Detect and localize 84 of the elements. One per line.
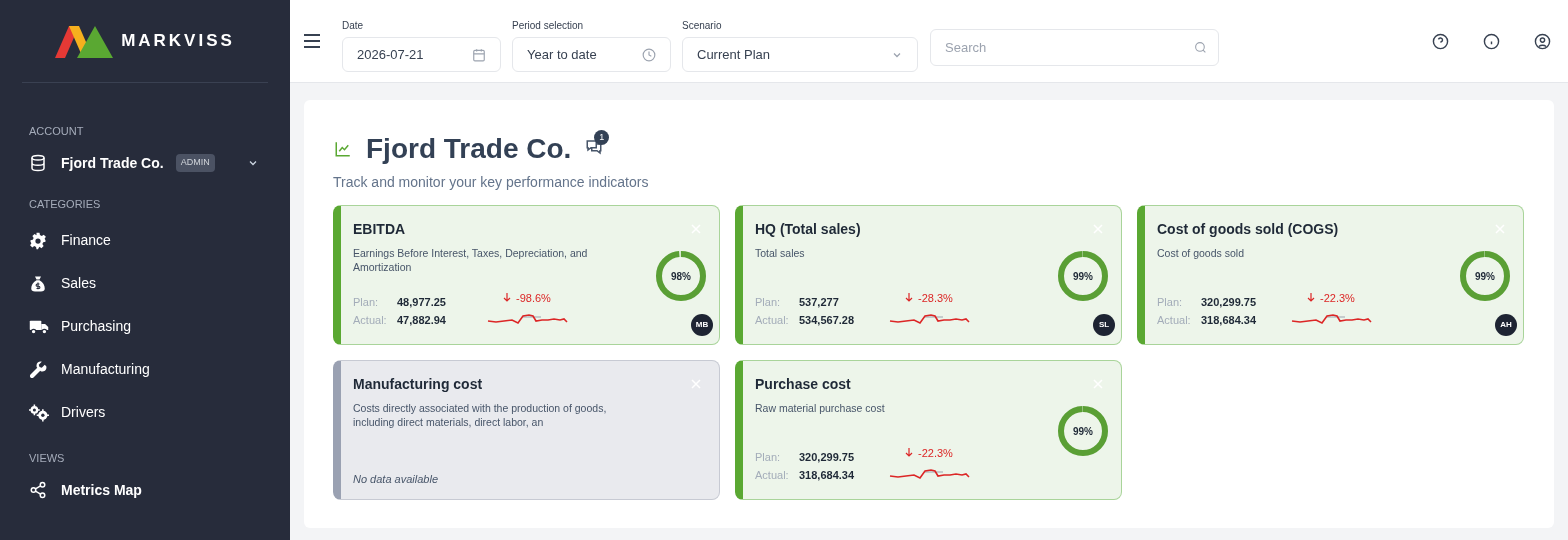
actual-value: 47,882.94 xyxy=(397,312,446,328)
arrow-down-icon xyxy=(503,293,511,303)
gears-icon xyxy=(29,403,49,422)
search-field[interactable]: Search xyxy=(930,28,1219,66)
owner-avatar: SL xyxy=(1093,314,1115,336)
nav-item[interactable]: Sales xyxy=(29,262,261,305)
field-label: Period selection xyxy=(512,19,585,33)
role-badge: ADMIN xyxy=(175,154,215,172)
count-badge: 1 xyxy=(594,130,610,145)
actual-label: Actual: xyxy=(755,312,790,328)
plan-label: Plan: xyxy=(1157,295,1184,310)
owner-avatar: AH xyxy=(1495,314,1517,336)
field-label: Scenario xyxy=(682,19,723,33)
nav-item[interactable]: Finance xyxy=(29,219,261,262)
page-title: Fjord Trade Co. xyxy=(366,132,572,166)
plan-label: Plan: xyxy=(755,450,782,465)
arrow-down-icon xyxy=(905,448,913,458)
line-chart-icon xyxy=(333,140,353,158)
change-value: -22.3% xyxy=(918,445,953,461)
clock-icon xyxy=(642,47,656,62)
money-bag-icon xyxy=(29,274,47,293)
help-icon[interactable] xyxy=(1432,32,1449,50)
kpi-card[interactable]: Cost of goods sold (COGS) Cost of goods sold 99% Plan: 320,299.75 Actual: 318,684.34 -22.3% AH xyxy=(1137,205,1524,345)
change-value: -28.3% xyxy=(918,290,953,306)
section-heading: CATEGORIES xyxy=(29,196,102,212)
plan-value: 48,977.25 xyxy=(397,295,446,310)
field-label: Date xyxy=(342,19,365,33)
score-value: 99% xyxy=(1474,269,1496,284)
nav-item[interactable]: Manufacturing xyxy=(29,348,261,391)
share-icon xyxy=(29,481,47,499)
plan-label: Plan: xyxy=(755,295,782,310)
score-value: 98% xyxy=(670,269,692,284)
nav-item[interactable]: Metrics Map xyxy=(29,473,261,507)
comments-icon[interactable] xyxy=(585,138,604,156)
card-description: Total sales xyxy=(755,246,806,260)
actual-label: Actual: xyxy=(353,312,388,328)
section-heading: ACCOUNT xyxy=(29,124,85,139)
empty-note: No data available xyxy=(353,471,438,487)
brand-name: MARKVISS xyxy=(121,30,235,53)
change-value: -22.3% xyxy=(1320,290,1355,306)
actual-value: 318,684.34 xyxy=(799,467,855,483)
kpi-card[interactable]: EBITDA Earnings Before Interest, Taxes, Depreciation, and Amortization 98% Plan: 48,977.25 Actual: 47,882.94 -98.6% MB xyxy=(333,205,720,345)
kpi-card[interactable]: Manufacturing cost Costs directly associated with the production of goods, including direct materials, direct labor, an No data available xyxy=(333,360,720,500)
card-title: HQ (Total sales) xyxy=(755,220,861,239)
plan-value: 537,277 xyxy=(799,295,840,310)
filter-field[interactable]: Year to date xyxy=(512,37,671,72)
card-title: Purchase cost xyxy=(755,375,851,394)
change-value: -98.6% xyxy=(516,290,551,306)
account-switcher[interactable]: Fjord Trade Co. ADMIN xyxy=(29,146,261,180)
section-heading: VIEWS xyxy=(29,451,66,466)
card-description: Costs directly associated with the production of goods, including direct materials, direct labor, an xyxy=(353,401,608,429)
actual-value: 534,567.28 xyxy=(799,312,855,328)
score-value: 99% xyxy=(1072,269,1094,284)
card-title: Manufacturing cost xyxy=(353,375,483,394)
plan-value: 320,299.75 xyxy=(1201,295,1257,310)
card-title: EBITDA xyxy=(353,220,406,239)
card-title: Cost of goods sold (COGS) xyxy=(1157,220,1339,239)
actual-label: Actual: xyxy=(755,467,790,483)
card-description: Earnings Before Interest, Taxes, Depreciation, and Amortization xyxy=(353,246,589,274)
actual-value: 318,684.34 xyxy=(1201,312,1257,328)
arrow-down-icon xyxy=(905,293,913,303)
page-subtitle: Track and monitor your key performance indicators xyxy=(333,173,650,192)
plan-label: Plan: xyxy=(353,295,380,310)
scenario-dropdown[interactable]: Current Plan xyxy=(682,37,918,72)
database-icon xyxy=(29,154,47,172)
nav-item[interactable]: Drivers xyxy=(29,391,261,434)
menu-icon[interactable] xyxy=(304,34,320,48)
kpi-card[interactable]: Purchase cost Raw material purchase cost 99% Plan: 320,299.75 Actual: 318,684.34 -22.3% xyxy=(735,360,1122,500)
owner-avatar: MB xyxy=(691,314,713,336)
info-icon[interactable] xyxy=(1483,32,1500,50)
gear-icon xyxy=(29,231,47,250)
kpi-card[interactable]: HQ (Total sales) Total sales 99% Plan: 537,277 Actual: 534,567.28 -28.3% SL xyxy=(735,205,1122,345)
search-icon xyxy=(1194,40,1207,54)
plan-value: 320,299.75 xyxy=(799,450,855,465)
calendar-icon xyxy=(472,47,486,62)
score-value: 99% xyxy=(1072,424,1094,439)
actual-label: Actual: xyxy=(1157,312,1192,328)
arrow-down-icon xyxy=(1307,293,1315,303)
card-description: Cost of goods sold xyxy=(1157,246,1245,260)
wrench-icon xyxy=(29,360,47,379)
card-description: Raw material purchase cost xyxy=(755,401,886,415)
user-icon[interactable] xyxy=(1534,32,1551,50)
nav-item[interactable]: Purchasing xyxy=(29,305,261,348)
filter-field[interactable]: 2026-07-21 xyxy=(342,37,501,72)
